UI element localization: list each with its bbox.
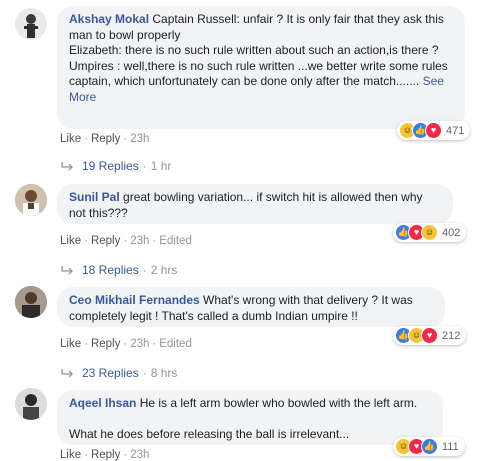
reaction-summary[interactable]: ☺ 👍 ♥ 471: [397, 121, 471, 140]
avatar[interactable]: [15, 388, 47, 420]
like-reaction-icon: 👍: [421, 438, 438, 455]
comment-bubble: Akshay Mokal Captain Russell: unfair ? I…: [57, 6, 465, 129]
reply-button[interactable]: Reply: [91, 235, 120, 247]
author-name[interactable]: Aqeel Ihsan: [69, 396, 136, 410]
author-name[interactable]: Akshay Mokal: [69, 12, 149, 26]
timestamp[interactable]: 23h: [130, 133, 149, 145]
reaction-summary[interactable]: 👍 ☺ ♥ 212: [393, 326, 467, 345]
like-button[interactable]: Like: [60, 449, 81, 461]
reply-button[interactable]: Reply: [91, 133, 120, 145]
view-replies-link[interactable]: 19 Replies · 1 hr: [60, 159, 171, 173]
avatar[interactable]: [15, 286, 47, 318]
haha-reaction-icon: ☺: [421, 224, 438, 241]
comment-actions: Like · Reply · 23h · Edited: [60, 235, 192, 247]
comment-actions: Like · Reply · 23h: [60, 133, 150, 145]
love-reaction-icon: ♥: [425, 122, 442, 139]
replies-count[interactable]: 23 Replies: [82, 366, 139, 380]
avatar[interactable]: [15, 184, 47, 216]
edited-label[interactable]: Edited: [159, 338, 192, 350]
view-replies-link[interactable]: 23 Replies · 8 hrs: [60, 366, 177, 380]
like-button[interactable]: Like: [60, 235, 81, 247]
replies-time: 1 hr: [150, 159, 172, 173]
comment-bubble: Ceo Mikhail Fernandes What's wrong with …: [57, 287, 445, 327]
comment-actions: Like · Reply · 23h: [60, 449, 150, 461]
comment-actions: Like · Reply · 23h · Edited: [60, 338, 192, 350]
author-name[interactable]: Ceo Mikhail Fernandes: [69, 293, 200, 307]
reply-button[interactable]: Reply: [91, 449, 120, 461]
avatar[interactable]: [15, 8, 47, 40]
love-reaction-icon: ♥: [421, 327, 438, 344]
edited-label[interactable]: Edited: [159, 235, 192, 247]
reaction-count: 402: [442, 226, 461, 239]
comment-bubble: Aqeel Ihsan He is a left arm bowler who …: [57, 390, 443, 445]
reaction-summary[interactable]: ☺ ♥ 👍 111: [393, 437, 465, 456]
timestamp[interactable]: 23h: [130, 449, 149, 461]
like-button[interactable]: Like: [60, 133, 81, 145]
timestamp[interactable]: 23h: [130, 338, 149, 350]
author-name[interactable]: Sunil Pal: [69, 190, 120, 204]
replies-time: 2 hrs: [150, 263, 178, 277]
replies-count[interactable]: 19 Replies: [82, 159, 139, 173]
reaction-count: 111: [442, 440, 459, 453]
comment-bubble: Sunil Pal great bowling variation... if …: [57, 184, 453, 224]
comment-text: great bowling variation... if switch hit…: [69, 190, 423, 220]
reaction-count: 212: [442, 329, 461, 342]
reply-arrow-icon: [61, 162, 73, 171]
timestamp[interactable]: 23h: [130, 235, 149, 247]
reply-arrow-icon: [61, 369, 73, 378]
like-button[interactable]: Like: [60, 338, 81, 350]
reply-button[interactable]: Reply: [91, 338, 120, 350]
reaction-summary[interactable]: 👍 ♥ ☺ 402: [393, 223, 467, 242]
reaction-count: 471: [446, 124, 465, 137]
replies-time: 8 hrs: [150, 366, 178, 380]
replies-count[interactable]: 18 Replies: [82, 263, 139, 277]
view-replies-link[interactable]: 18 Replies · 2 hrs: [60, 263, 177, 277]
reply-arrow-icon: [61, 266, 73, 275]
